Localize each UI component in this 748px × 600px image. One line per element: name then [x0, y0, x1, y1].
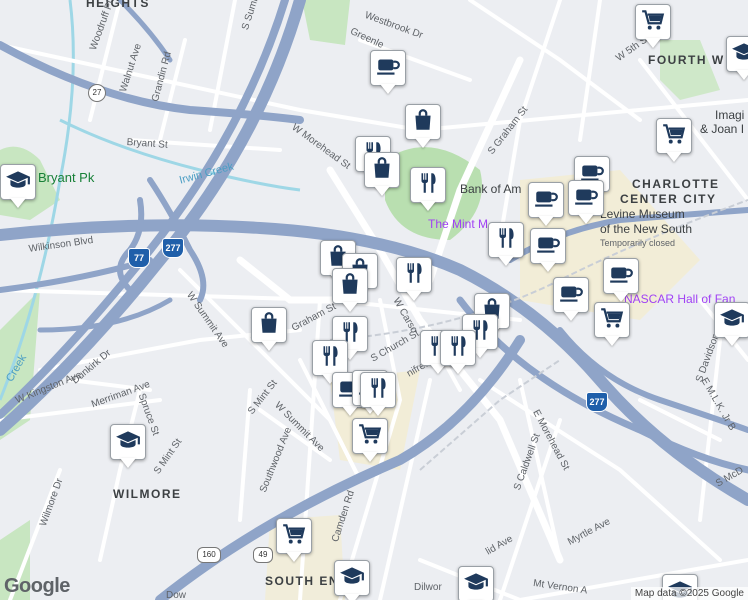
map-attribution[interactable]: Map data ©2025 Google: [630, 587, 748, 600]
school-marker[interactable]: [334, 560, 370, 600]
fork-knife-icon: [445, 333, 471, 364]
street-label: Dilwor: [414, 582, 442, 593]
poi-label-levine-museum[interactable]: Levine Museum: [600, 207, 685, 221]
coffee-marker[interactable]: [553, 277, 589, 325]
graduation-cap-icon: [731, 39, 748, 70]
street-label: Dow: [166, 590, 187, 600]
graduation-cap-icon: [5, 167, 31, 198]
cart-icon: [357, 421, 383, 452]
coffee-icon: [375, 53, 401, 84]
highway-shield-i77: 77: [128, 248, 150, 268]
area-label-fourth-ward: FOURTH W: [648, 53, 725, 67]
area-label-wilmore: WILMORE: [113, 487, 182, 501]
poi-label-bank-of-america[interactable]: Bank of Am: [460, 182, 521, 196]
shopping-bag-marker[interactable]: [251, 307, 287, 355]
restaurant-marker[interactable]: [360, 372, 396, 420]
fork-knife-icon: [415, 170, 441, 201]
google-logo: Google: [4, 575, 70, 597]
restaurant-marker[interactable]: [396, 257, 432, 305]
poi-label-imaginon[interactable]: Imagi: [715, 108, 744, 122]
poi-label-imaginon-sub: & Joan I: [700, 122, 745, 136]
grocery-cart-marker[interactable]: [656, 118, 692, 166]
area-label-south-end: SOUTH EN: [265, 574, 340, 588]
grocery-cart-marker[interactable]: [352, 418, 388, 466]
poi-label-temporarily-closed: Temporarily closed: [600, 238, 676, 248]
school-marker[interactable]: [458, 566, 494, 600]
coffee-marker[interactable]: [530, 228, 566, 276]
coffee-icon: [558, 280, 584, 311]
fork-knife-icon: [317, 343, 343, 374]
shopping-bag-icon: [256, 310, 282, 341]
shopping-bag-icon: [337, 271, 363, 302]
fork-knife-icon: [493, 225, 519, 256]
area-label-charlotte: CHARLOTTE: [632, 177, 720, 191]
coffee-icon: [608, 261, 634, 292]
restaurant-marker[interactable]: [440, 330, 476, 378]
shopping-bag-icon: [369, 155, 395, 186]
graduation-cap-icon: [115, 427, 141, 458]
area-label-center-city: CENTER CITY: [620, 192, 717, 206]
grocery-cart-marker[interactable]: [276, 518, 312, 566]
highway-shield-i277-east: 277: [586, 392, 608, 412]
coffee-marker[interactable]: [528, 182, 564, 230]
cart-icon: [640, 7, 666, 38]
fork-knife-icon: [401, 260, 427, 291]
map-canvas[interactable]: 277 77 277 27 29 160 49 HEIGHTS FOURTH W…: [0, 0, 748, 600]
coffee-marker[interactable]: [568, 180, 604, 228]
shopping-bag-marker[interactable]: [332, 268, 368, 316]
fork-knife-icon: [365, 375, 391, 406]
grocery-cart-marker[interactable]: [594, 302, 630, 350]
restaurant-marker[interactable]: [410, 167, 446, 215]
shopping-bag-marker[interactable]: [364, 152, 400, 200]
coffee-icon: [533, 185, 559, 216]
coffee-icon: [535, 231, 561, 262]
coffee-icon: [573, 183, 599, 214]
poi-label-levine-museum-sub: of the New South: [600, 222, 693, 236]
school-marker[interactable]: [0, 164, 36, 212]
grocery-cart-marker[interactable]: [635, 4, 671, 52]
route-shield-49: 49: [253, 547, 273, 563]
shopping-bag-marker[interactable]: [405, 104, 441, 152]
graduation-cap-icon: [463, 569, 489, 600]
cart-icon: [281, 521, 307, 552]
graduation-cap-icon: [339, 563, 365, 594]
school-marker[interactable]: [110, 424, 146, 472]
cart-icon: [599, 305, 625, 336]
route-shield-160: 160: [197, 547, 221, 563]
coffee-marker[interactable]: [370, 50, 406, 98]
shopping-bag-icon: [410, 107, 436, 138]
school-marker[interactable]: [714, 302, 748, 350]
poi-label-mint-museum[interactable]: The Mint M: [428, 217, 488, 231]
poi-label-bryant-park[interactable]: Bryant Pk: [38, 170, 94, 185]
school-marker[interactable]: [726, 36, 748, 84]
graduation-cap-icon: [719, 305, 745, 336]
highway-shield-i277: 277: [162, 238, 184, 258]
area-label-heights: HEIGHTS: [86, 0, 150, 10]
restaurant-marker[interactable]: [488, 222, 524, 270]
cart-icon: [661, 121, 687, 152]
route-shield-27: 27: [88, 84, 106, 102]
coffee-marker[interactable]: [603, 258, 639, 306]
